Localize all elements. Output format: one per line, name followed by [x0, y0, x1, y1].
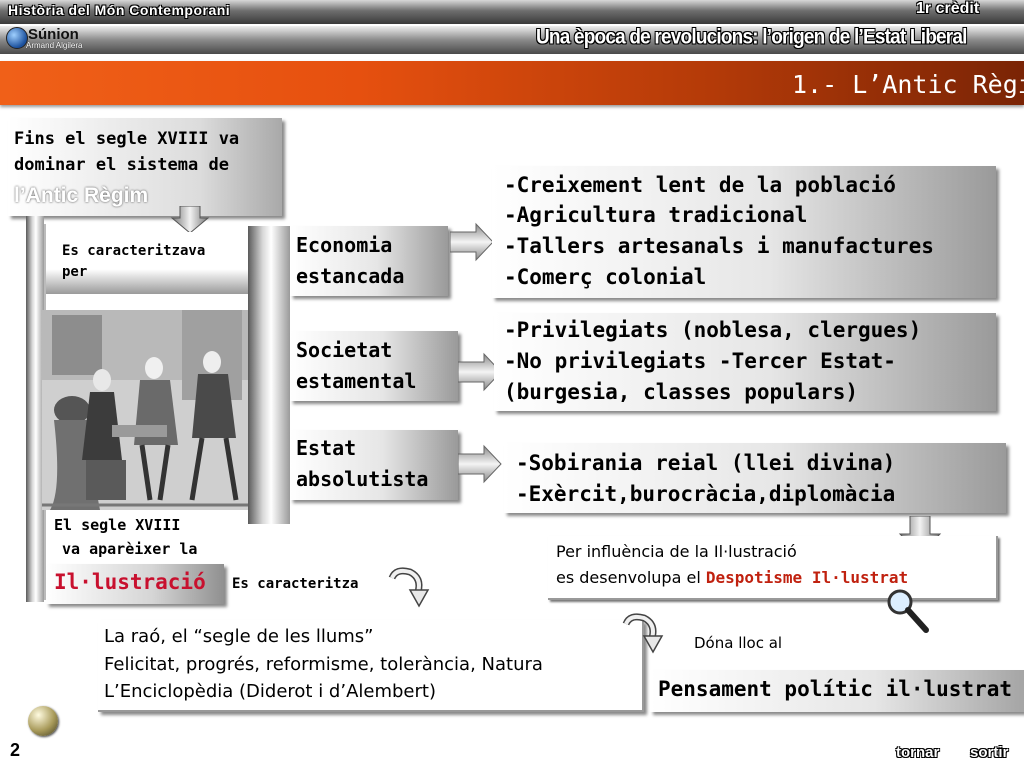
- enlightenment-detail-item: La raó, el “segle de les llums”: [104, 626, 374, 647]
- enlightenment-detail-item: Felicitat, progrés, reformisme, tolerànc…: [104, 654, 543, 675]
- economy-detail-item: -Tallers artesanals i manufactures: [504, 234, 934, 258]
- unit-title: Una època de revolucions: l’origen de l’…: [536, 25, 967, 49]
- intro-line-1: Fins el segle XVIII va: [14, 129, 240, 149]
- curved-arrow-icon: [388, 567, 430, 608]
- society-detail-item: (burgesia, classes populars): [504, 380, 859, 404]
- economy-detail-item: -Creixement lent de la població: [504, 173, 896, 197]
- characterized-line-1: Es caracteritzava: [62, 243, 206, 259]
- state-detail-item: -Exèrcit,burocràcia,diplomàcia: [516, 482, 896, 506]
- curved-arrow-icon: [622, 613, 664, 654]
- despotism-line-2: es desenvolupa el Despotisme Il·lustrat: [556, 568, 908, 587]
- sunion-logo: Súnion Armand Algilera: [4, 26, 114, 51]
- engraving-illustration: [42, 310, 248, 510]
- despotism-highlight: Despotisme Il·lustrat: [705, 568, 909, 587]
- characterized-label: Es caracteritza: [232, 576, 359, 592]
- globe-icon: [6, 27, 28, 49]
- credit-label: 1r crèdit: [916, 0, 980, 17]
- right-arrow-icon: [458, 444, 502, 484]
- characterized-box: [46, 232, 250, 294]
- political-thought-label: Pensament polític il·lustrat: [658, 677, 1013, 701]
- back-link[interactable]: tornar: [896, 744, 939, 761]
- down-arrow-icon: [170, 206, 210, 234]
- economy-line-2: estancada: [296, 264, 405, 288]
- society-detail-item: -No privilegiats -Tercer Estat-: [504, 349, 896, 373]
- economy-line-1: Economia: [296, 233, 393, 257]
- section-title: 1.- L’Antic Règim: [792, 70, 1024, 99]
- despotism-prefix: es desenvolupa el: [556, 568, 706, 587]
- characterized-line-2: per: [62, 264, 88, 280]
- economy-detail-item: -Comerç colonial: [504, 265, 707, 289]
- right-arrow-icon: [450, 222, 494, 262]
- navigation-orb-icon[interactable]: [28, 706, 58, 736]
- state-line-2: absolutista: [296, 467, 429, 491]
- xviii-line-1: El segle XVIII: [54, 516, 181, 534]
- state-line-1: Estat: [296, 436, 357, 460]
- society-line-2: estamental: [296, 369, 417, 393]
- xviii-line-2: va aparèixer la: [62, 540, 198, 558]
- gives-rise-label: Dóna lloc al: [694, 634, 783, 652]
- magnifier-icon: [887, 589, 929, 633]
- middle-pillar: [248, 226, 290, 524]
- economy-detail-item: -Agricultura tradicional: [504, 203, 808, 227]
- enlightenment-detail-item: L’Enciclopèdia (Diderot i d’Alembert): [104, 681, 436, 702]
- logo-author: Armand Algilera: [26, 41, 83, 50]
- course-title: Història del Món Contemporani: [8, 2, 231, 18]
- page-number: 2: [10, 740, 21, 760]
- exit-link[interactable]: sortir: [970, 744, 1008, 761]
- antic-regim-engraving: [42, 310, 248, 510]
- intro-line-3: l’Antic Règim: [14, 184, 149, 207]
- society-detail-item: -Privilegiats (noblesa, clergues): [504, 318, 922, 342]
- society-line-1: Societat: [296, 338, 393, 362]
- intro-line-2: dominar el sistema de: [14, 155, 229, 175]
- state-detail-item: -Sobirania reial (llei divina): [516, 451, 896, 475]
- despotism-line-1: Per influència de la Il·lustració: [556, 542, 797, 561]
- enlightenment-label: Il·lustració: [54, 570, 206, 594]
